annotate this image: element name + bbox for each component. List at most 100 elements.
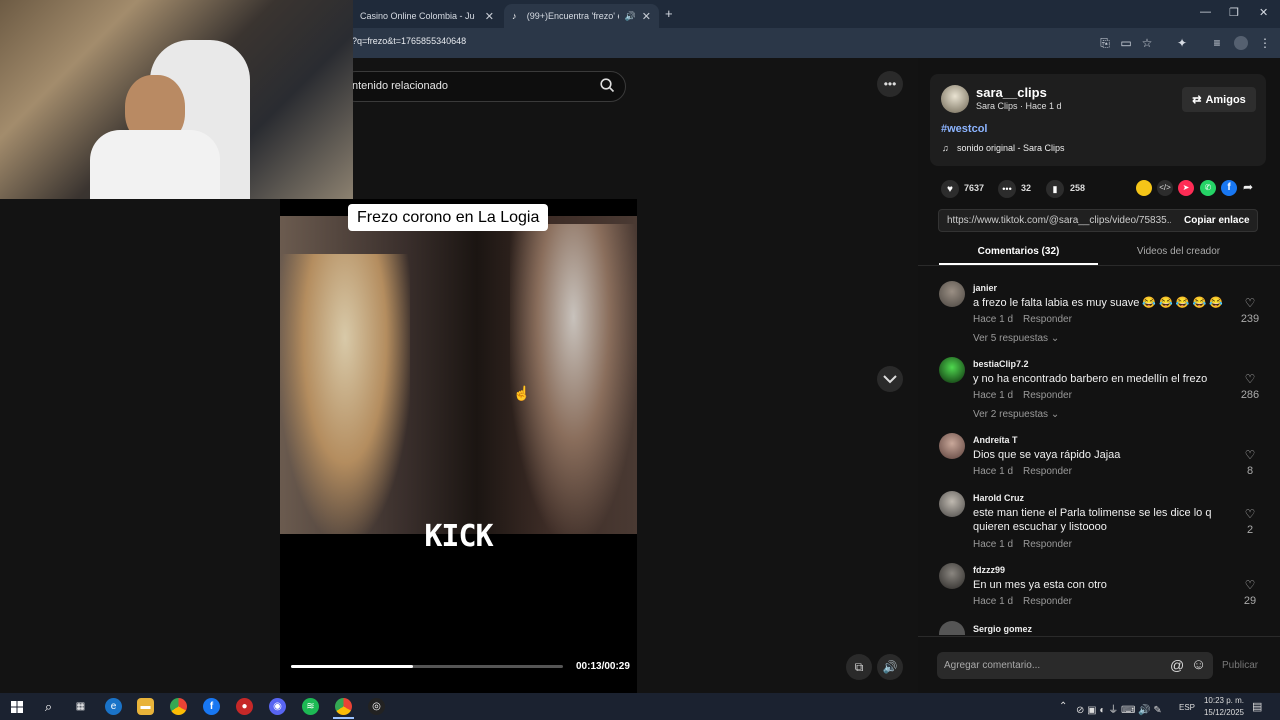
send-icon[interactable]: ➤ [1178, 180, 1194, 196]
video-player[interactable] [280, 199, 637, 693]
comment-user[interactable]: Andreíta T [973, 435, 1018, 445]
comment-like-icon[interactable]: ♡ [1244, 296, 1256, 310]
minimize-button[interactable]: — [1200, 6, 1211, 18]
tray-icons[interactable]: ⊘ ▣ ◐ ⏚ ⌨ 🔊 ✎ [1076, 701, 1162, 716]
url-field[interactable]: ?q=frezo&t=1765855340648 [352, 36, 466, 46]
facebook-app-icon[interactable]: f [203, 698, 220, 715]
task-view-icon[interactable]: ▦ [72, 698, 89, 715]
bookmark-star-icon[interactable]: ☆ [1140, 36, 1154, 50]
facebook-icon[interactable]: f [1221, 180, 1237, 196]
next-video-button[interactable] [877, 366, 903, 392]
video-time: 00:13/00:29 [576, 661, 630, 672]
reply-button[interactable]: Responder [1023, 466, 1072, 477]
video-progress-track[interactable] [291, 665, 563, 668]
translate-icon[interactable]: ⎘ [1098, 36, 1112, 50]
comment-avatar[interactable] [939, 563, 965, 589]
edge-icon[interactable]: e [105, 698, 122, 715]
comment-avatar[interactable] [939, 433, 965, 459]
profile-avatar[interactable] [1234, 36, 1248, 50]
reply-button[interactable]: Responder [1023, 539, 1072, 550]
author-username[interactable]: sara__clips [976, 85, 1047, 100]
sound-label[interactable]: sonido original - Sara Clips [957, 143, 1065, 153]
comment-user[interactable]: bestiaClip7.2 [973, 359, 1029, 369]
menu-icon[interactable]: ⋮ [1258, 36, 1272, 50]
tab-label: Casino Online Colombia - Jueg [360, 11, 475, 21]
obs-icon[interactable]: ◎ [368, 698, 385, 715]
new-tab-button[interactable]: + [665, 6, 673, 21]
mention-icon[interactable]: @ [1170, 657, 1184, 673]
video-person-left [280, 254, 410, 534]
chrome-icon[interactable] [170, 698, 187, 715]
tab-comments[interactable]: Comentarios (32) [939, 246, 1098, 257]
tiktok-icon: ♪ [512, 11, 517, 21]
volume-button[interactable]: 🔊 [877, 654, 903, 680]
search-icon[interactable] [600, 78, 615, 98]
notification-icon[interactable]: ▤ [1252, 700, 1262, 713]
view-replies-button[interactable]: Ver 5 respuestas ⌄ [973, 333, 1059, 344]
comment-user[interactable]: Harold Cruz [973, 493, 1024, 503]
comment-like-count: 8 [1246, 465, 1254, 477]
browser-tab-tiktok[interactable]: ♪ (99+)Encuentra 'frezo' en T 🔊 ✕ [504, 4, 659, 28]
more-options-button[interactable]: ••• [877, 71, 903, 97]
chrome-active-icon[interactable] [335, 698, 352, 715]
heart-icon[interactable]: ♥ [941, 180, 959, 198]
close-window-button[interactable]: ✕ [1259, 6, 1268, 19]
comment-like-icon[interactable]: ♡ [1244, 372, 1256, 386]
hashtag-link[interactable]: #westcol [941, 123, 987, 135]
comment-like-count: 29 [1243, 595, 1257, 607]
friends-label: Amigos [1205, 93, 1246, 106]
video-link[interactable]: https://www.tiktok.com/@sara__clips/vide… [947, 215, 1171, 226]
spotify-icon[interactable]: ≋ [302, 698, 319, 715]
restore-button[interactable]: ❐ [1229, 6, 1239, 19]
comment-avatar[interactable] [939, 357, 965, 383]
copy-link-button[interactable]: Copiar enlace [1184, 215, 1250, 226]
friends-button[interactable]: ⇄ Amigos [1182, 87, 1256, 112]
view-replies-button[interactable]: Ver 2 respuestas ⌄ [973, 409, 1059, 420]
comment-avatar[interactable] [939, 491, 965, 517]
media-icon[interactable]: ≡ [1210, 36, 1224, 50]
search-input[interactable]: ntenido relacionado [352, 80, 448, 92]
emoji-icon[interactable]: ☺ [1191, 656, 1206, 673]
reply-button[interactable]: Responder [1023, 390, 1072, 401]
chevron-down-icon: ⌄ [1050, 333, 1060, 344]
reply-button[interactable]: Responder [1023, 314, 1072, 325]
comment-avatar[interactable] [939, 281, 965, 307]
comment-input[interactable]: Agregar comentario... [944, 660, 1040, 671]
file-explorer-icon[interactable]: ▬ [137, 698, 154, 715]
close-icon[interactable]: ✕ [485, 10, 494, 23]
cast-icon[interactable]: ▭ [1119, 36, 1133, 50]
clock-date[interactable]: 15/12/2025 [1200, 708, 1244, 717]
publish-button[interactable]: Publicar [1222, 660, 1258, 671]
webcam-shirt [90, 130, 220, 199]
webcam-overlay [0, 0, 353, 199]
search-icon[interactable]: ⌕ [40, 698, 57, 715]
whatsapp-icon[interactable]: ✆ [1200, 180, 1216, 196]
comment-like-icon[interactable]: ♡ [1244, 507, 1256, 521]
browser-tab-casino[interactable]: Casino Online Colombia - Jueg ✕ [352, 4, 502, 28]
bookmark-icon[interactable]: ▮ [1046, 180, 1064, 198]
comment-icon[interactable]: ••• [998, 180, 1016, 198]
coin-icon[interactable] [1136, 180, 1152, 196]
comment-text: Dios que se vaya rápido Jajaa [973, 449, 1121, 461]
app-icon[interactable]: ● [236, 698, 253, 715]
reply-button[interactable]: Responder [1023, 596, 1072, 607]
windows-start-icon[interactable] [8, 698, 25, 715]
comment-user[interactable]: Sergio gomez [973, 624, 1032, 634]
tab-creator-videos[interactable]: Videos del creador [1099, 246, 1258, 257]
embed-icon[interactable]: </> [1157, 180, 1173, 196]
chevron-down-icon: ⌄ [1050, 409, 1060, 420]
comment-user[interactable]: fdzzz99 [973, 565, 1005, 575]
author-avatar[interactable] [941, 85, 969, 113]
share-icon[interactable]: ➦ [1243, 180, 1253, 194]
comment-like-icon[interactable]: ♡ [1244, 448, 1256, 462]
comment-user[interactable]: janier [973, 283, 997, 293]
discord-icon[interactable]: ◉ [269, 698, 286, 715]
speaker-icon[interactable]: 🔊 [625, 11, 636, 22]
extensions-icon[interactable]: ✦ [1175, 36, 1189, 50]
comment-like-icon[interactable]: ♡ [1244, 578, 1256, 592]
close-icon[interactable]: ✕ [642, 10, 651, 23]
tray-chevron-icon[interactable]: ⌃ [1059, 701, 1067, 712]
clock-time[interactable]: 10:23 p. m. [1200, 696, 1244, 705]
language-indicator[interactable]: ESP [1179, 703, 1195, 712]
mini-player-button[interactable]: ⧉ [846, 654, 872, 680]
